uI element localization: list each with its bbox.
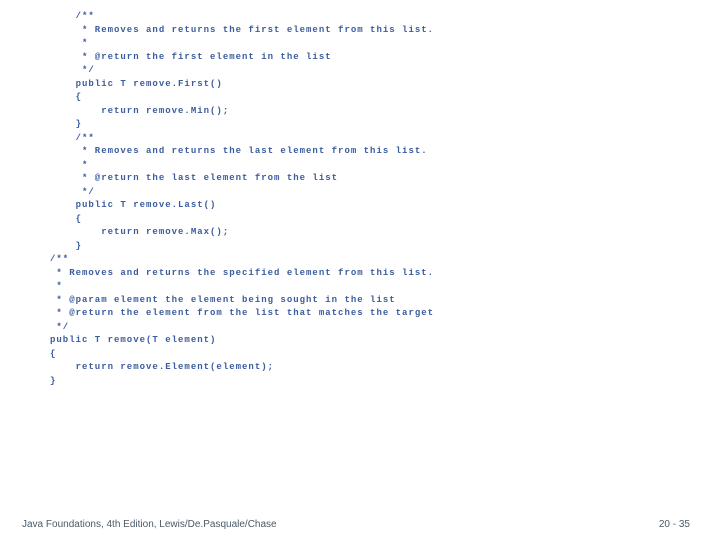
code-line: { [50, 348, 680, 362]
code-line: * Removes and returns the last element f… [50, 145, 680, 159]
code-line: */ [50, 64, 680, 78]
code-line: * Removes and returns the first element … [50, 24, 680, 38]
code-line: * @return the last element from the list [50, 172, 680, 186]
code-line: * [50, 37, 680, 51]
code-line: * @param element the element being sough… [50, 294, 680, 308]
footer-citation: Java Foundations, 4th Edition, Lewis/De.… [22, 519, 277, 530]
code-line: return remove.Element(element); [50, 361, 680, 375]
code-line: return remove.Min(); [50, 105, 680, 119]
code-block: /** * Removes and returns the first elem… [50, 10, 680, 388]
code-line: public T remove(T element) [50, 334, 680, 348]
code-line: */ [50, 321, 680, 335]
code-line: */ [50, 186, 680, 200]
code-line: * Removes and returns the specified elem… [50, 267, 680, 281]
code-line: } [50, 118, 680, 132]
code-line: * [50, 280, 680, 294]
code-line: } [50, 240, 680, 254]
code-line: } [50, 375, 680, 389]
code-line: public T remove.First() [50, 78, 680, 92]
code-line: * @return the element from the list that… [50, 307, 680, 321]
code-line: public T remove.Last() [50, 199, 680, 213]
code-line: return remove.Max(); [50, 226, 680, 240]
page-number: 20 - 35 [659, 519, 690, 530]
code-line: * @return the first element in the list [50, 51, 680, 65]
code-line: { [50, 91, 680, 105]
code-line: * [50, 159, 680, 173]
code-line: { [50, 213, 680, 227]
code-line: /** [50, 253, 680, 267]
code-line: /** [50, 10, 680, 24]
code-line: /** [50, 132, 680, 146]
